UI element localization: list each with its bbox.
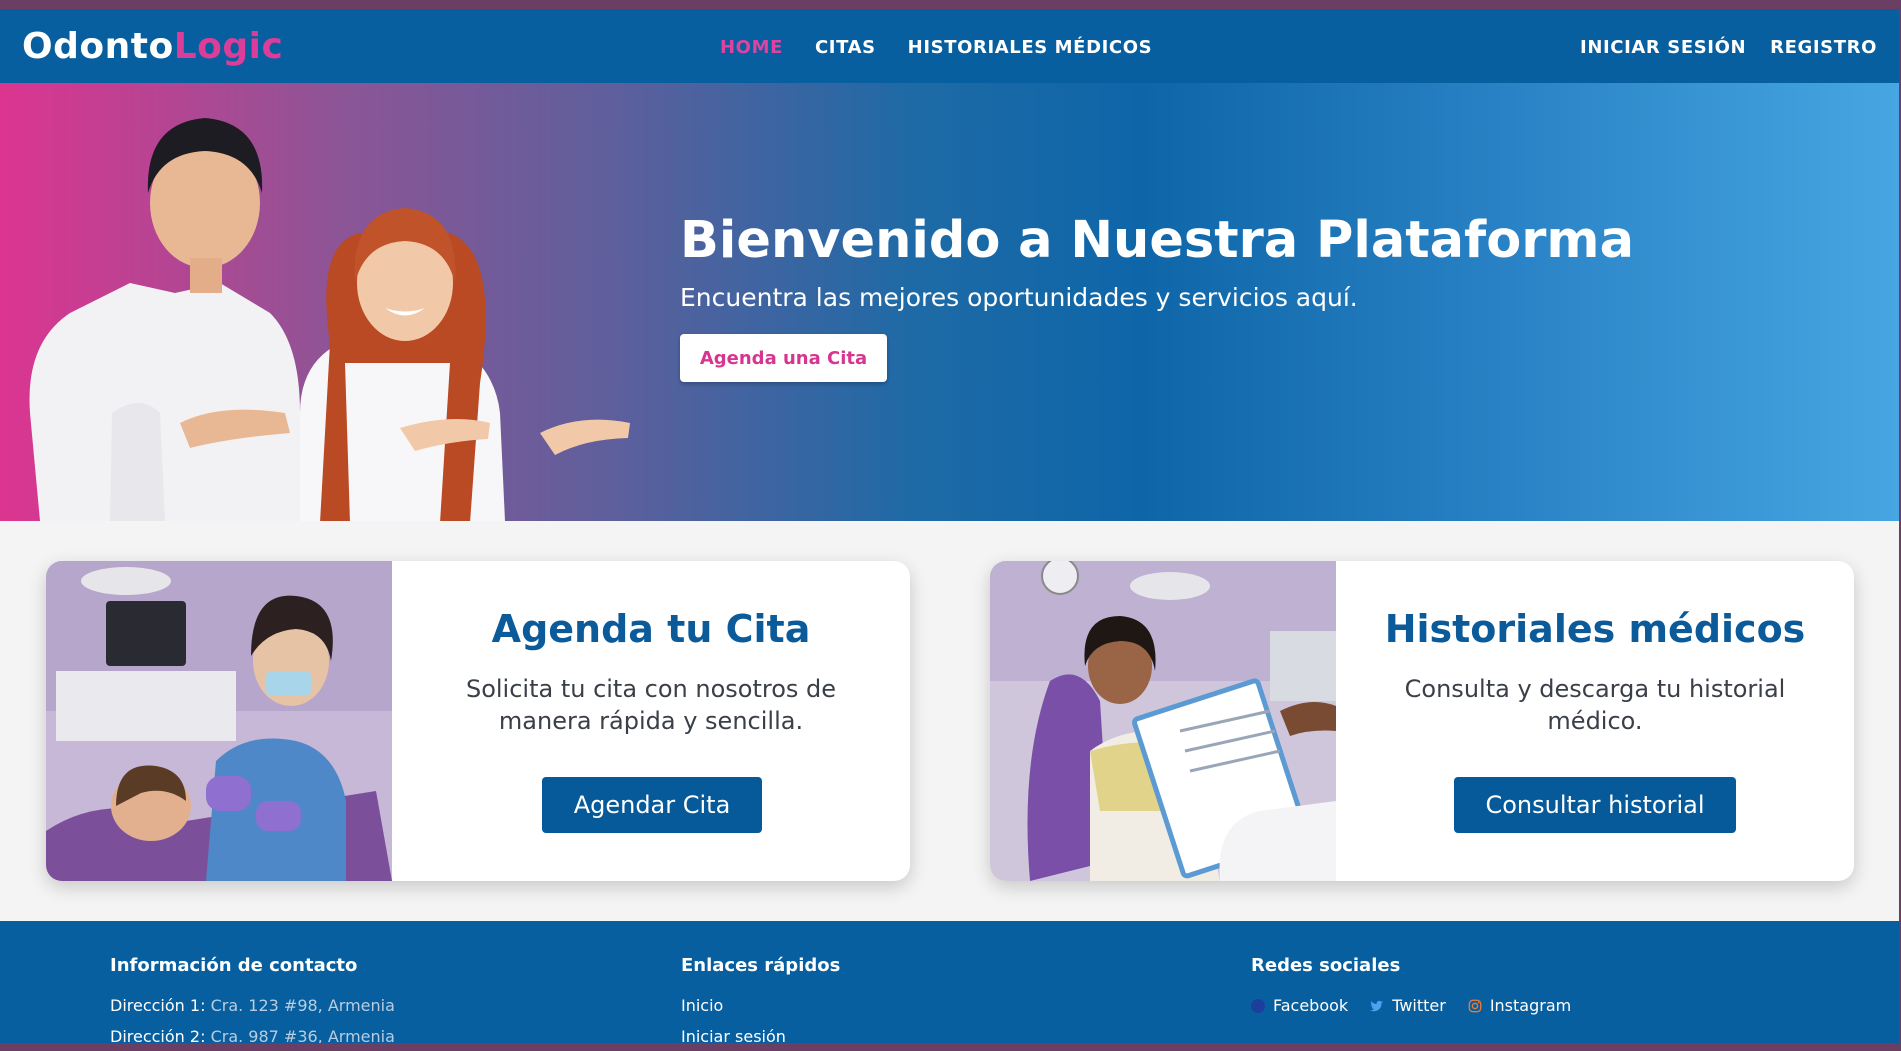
address-label: Dirección 2: xyxy=(110,1027,206,1043)
hero-people-image xyxy=(29,118,630,521)
service-card-text: Solicita tu cita con nosotros de manera … xyxy=(465,675,837,735)
service-card-title: Historiales médicos xyxy=(1384,607,1806,651)
view-records-button[interactable]: Consultar historial xyxy=(1454,777,1736,833)
service-card-title: Agenda tu Cita xyxy=(491,607,811,651)
brand-logo[interactable]: OdontoLogic xyxy=(22,26,283,67)
social-label: Instagram xyxy=(1489,996,1572,1015)
nav-link-login[interactable]: INICIAR SESIÓN xyxy=(1580,37,1746,58)
window-frame-top xyxy=(0,0,1901,9)
footer-contact-heading: Información de contacto xyxy=(110,955,358,976)
navbar: OdontoLogic HOME CITAS HISTORIALES MÉDIC… xyxy=(0,9,1899,83)
brand-logo-part1: Odonto xyxy=(22,26,174,67)
hero-schedule-button[interactable]: Agenda una Cita xyxy=(680,334,887,382)
patient-records-image xyxy=(990,561,1336,881)
dentist-treatment-image xyxy=(46,561,392,881)
social-link-instagram[interactable]: Instagram xyxy=(1468,996,1571,1015)
window-frame-bottom xyxy=(0,1043,1901,1051)
nav-link-citas[interactable]: CITAS xyxy=(815,37,876,58)
service-card-records-body: Historiales médicos Consulta y descarga … xyxy=(1336,561,1854,881)
nav-link-historiales[interactable]: HISTORIALES MÉDICOS xyxy=(908,37,1153,58)
footer-links-heading: Enlaces rápidos xyxy=(681,955,841,976)
services-section: Agenda tu Cita Solicita tu cita con noso… xyxy=(0,521,1899,921)
social-link-twitter[interactable]: Twitter xyxy=(1370,996,1446,1015)
footer-quick-links: Enlaces rápidos Inicio Iniciar sesión xyxy=(681,955,840,1043)
instagram-icon xyxy=(1468,999,1482,1012)
footer-social: Redes sociales Facebook Twitter Instagra… xyxy=(1251,955,1571,1015)
footer-link-login[interactable]: Iniciar sesión xyxy=(681,1027,840,1043)
social-link-facebook[interactable]: Facebook xyxy=(1251,996,1348,1015)
footer-address-2: Dirección 2: Cra. 987 #36, Armenia xyxy=(110,1027,395,1043)
facebook-icon xyxy=(1251,998,1265,1013)
auth-nav: INICIAR SESIÓN REGISTRO xyxy=(1580,37,1877,58)
hero-banner: Bienvenido a Nuestra Plataforma Encuentr… xyxy=(0,83,1899,521)
address-value: Cra. 987 #36, Armenia xyxy=(210,1027,395,1043)
address-label: Dirección 1: xyxy=(110,996,206,1015)
service-card-records: Historiales médicos Consulta y descarga … xyxy=(990,561,1854,881)
social-label: Facebook xyxy=(1273,996,1349,1015)
hero-subtitle: Encuentra las mejores oportunidades y se… xyxy=(680,283,1358,312)
footer: Información de contacto Dirección 1: Cra… xyxy=(0,921,1899,1043)
schedule-appointment-button[interactable]: Agendar Cita xyxy=(542,777,762,833)
nav-link-register[interactable]: REGISTRO xyxy=(1770,37,1877,58)
address-value: Cra. 123 #98, Armenia xyxy=(210,996,395,1015)
brand-logo-part2: Logic xyxy=(173,26,284,67)
social-links: Facebook Twitter Instagram xyxy=(1251,996,1571,1015)
twitter-icon xyxy=(1370,1000,1384,1011)
footer-contact: Información de contacto Dirección 1: Cra… xyxy=(110,955,395,1043)
service-card-text: Consulta y descarga tu historial médico. xyxy=(1404,675,1786,735)
footer-social-heading: Redes sociales xyxy=(1251,955,1401,976)
footer-link-home[interactable]: Inicio xyxy=(681,996,840,1015)
hero-title: Bienvenido a Nuestra Plataforma xyxy=(680,211,1634,270)
social-label: Twitter xyxy=(1392,996,1446,1015)
service-card-appointment: Agenda tu Cita Solicita tu cita con noso… xyxy=(46,561,910,881)
service-card-appointment-body: Agenda tu Cita Solicita tu cita con noso… xyxy=(392,561,910,881)
nav-link-home[interactable]: HOME xyxy=(720,37,783,58)
footer-address-1: Dirección 1: Cra. 123 #98, Armenia xyxy=(110,996,395,1015)
main-nav: HOME CITAS HISTORIALES MÉDICOS xyxy=(720,37,1152,58)
